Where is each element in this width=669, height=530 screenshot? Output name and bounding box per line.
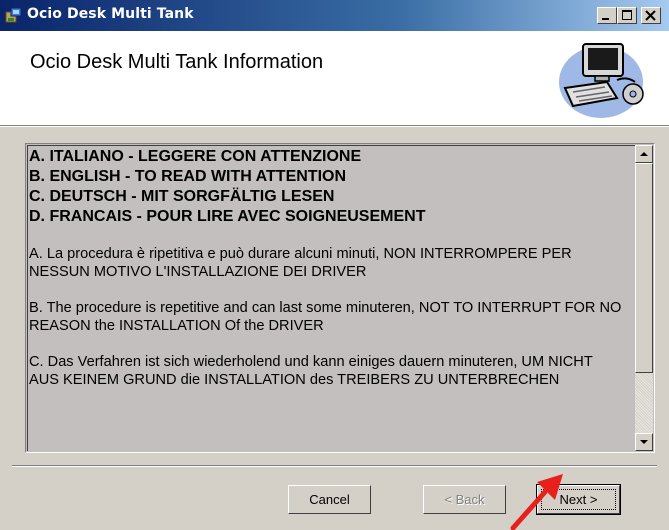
paragraph-deutsch: C. Das Verfahren ist sich wiederholend u…	[29, 354, 593, 388]
scrollbar-track[interactable]	[635, 163, 653, 433]
arrow-down-icon	[640, 440, 648, 444]
paragraph-italiano: A. La procedura è ripetitiva e può durar…	[29, 246, 572, 280]
minimize-icon	[602, 18, 609, 20]
heading-english: B. ENGLISH - TO READ WITH ATTENTION	[29, 168, 347, 185]
title-bar[interactable]: Ocio Desk Multi Tank	[0, 0, 669, 31]
scroll-up-button[interactable]	[635, 145, 653, 163]
paragraph-english: B. The procedure is repetitive and can l…	[29, 300, 622, 334]
maximize-button[interactable]	[617, 7, 637, 24]
heading-italiano: A. ITALIANO - LEGGERE CON ATTENZIONE	[29, 148, 362, 165]
window-title: Ocio Desk Multi Tank	[27, 6, 194, 22]
heading-deutsch: C. DEUTSCH - MIT SORGFÄLTIG LESEN	[29, 188, 335, 205]
arrow-up-icon	[640, 152, 648, 156]
heading-francais: D. FRANCAIS - POUR LIRE AVEC SOIGNEUSEME…	[29, 208, 426, 225]
close-icon	[645, 10, 656, 21]
license-textbox[interactable]: A. ITALIANO - LEGGERE CON ATTENZIONE B. …	[25, 143, 655, 453]
close-button[interactable]	[641, 7, 661, 24]
scrollbar-thumb[interactable]	[635, 163, 653, 373]
back-button[interactable]: < Back	[423, 485, 506, 514]
page-title: Ocio Desk Multi Tank Information	[30, 51, 324, 73]
computer-setup-icon	[559, 43, 644, 118]
installer-window: Ocio Desk Multi Tank Ocio Desk Multi Tan…	[0, 0, 669, 530]
installer-icon	[5, 7, 22, 23]
scroll-down-button[interactable]	[635, 433, 653, 451]
license-text: A. ITALIANO - LEGGERE CON ATTENZIONE B. …	[29, 147, 623, 447]
cancel-button[interactable]: Cancel	[288, 485, 371, 514]
minimize-button[interactable]	[597, 7, 617, 24]
red-arrow-annotation	[510, 474, 563, 530]
maximize-icon	[622, 10, 632, 20]
vertical-scrollbar[interactable]	[635, 145, 653, 451]
